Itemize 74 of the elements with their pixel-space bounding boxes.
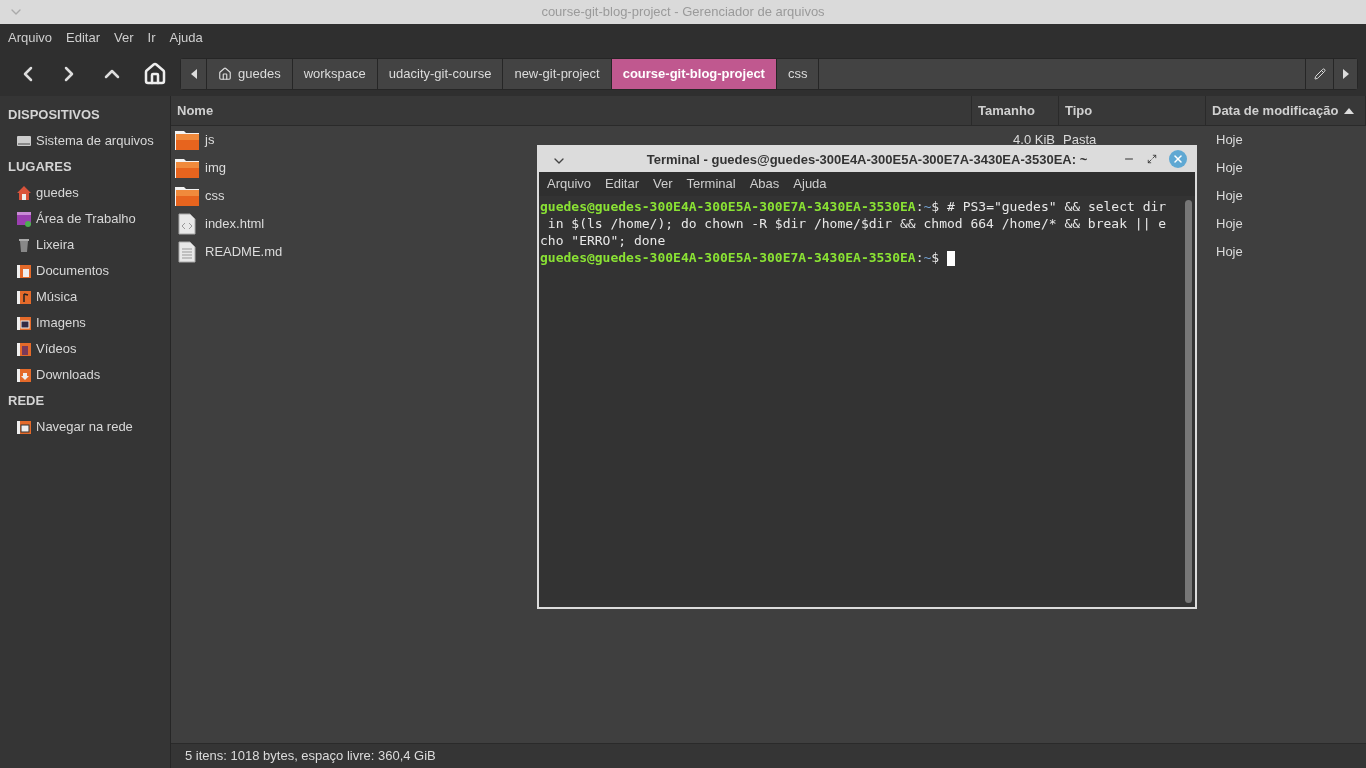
terminal-line: guedes@guedes-300E4A-300E5A-300E7A-3430EA-3530EA:~$ [539,249,955,266]
text-file-icon [178,241,196,263]
house-icon [218,67,232,81]
terminal-line: guedes@guedes-300E4A-300E5A-300E7A-3430EA-3530EA:~$ # PS3="guedes" && select dir [539,198,1167,215]
file-name[interactable]: js [205,130,215,150]
menu-item[interactable]: Ajuda [169,28,203,48]
file-date: Hoje [1216,244,1243,260]
sidebar-item[interactable]: Música [0,284,170,310]
terminal-line: in $(ls /home/); do chown -R $dir /home/$dir && chmod 664 /home/* && break || e [546,215,1167,232]
menu-item[interactable]: Editar [66,28,101,48]
music-folder-icon [16,289,32,305]
triangle-left-icon [190,69,197,79]
scrollbar[interactable] [1185,200,1192,603]
file-type: Pasta [1063,132,1097,148]
menu-item[interactable]: Ajuda [793,174,827,194]
terminal-line: cho "ERRO"; done [539,232,666,249]
menu-item[interactable]: Ir [147,28,156,48]
drive-icon [16,133,32,149]
network-folder-icon [16,419,32,435]
file-name[interactable]: README.md [205,242,283,262]
scroll-right-button[interactable] [1333,59,1357,89]
house-icon [16,185,32,201]
scroll-left-button[interactable] [181,59,207,89]
folder-icon [175,186,199,206]
menu-item[interactable]: Terminal [686,174,736,194]
path-button[interactable]: course-git-blog-project [611,59,777,89]
sidebar-item[interactable]: Imagens [0,310,170,336]
sidebar-item[interactable]: Vídeos [0,336,170,362]
folder-icon [175,130,199,150]
menu-item[interactable]: Ver [114,28,134,48]
triangle-right-icon [1342,69,1349,79]
folder-icon [175,158,199,178]
file-name[interactable]: img [205,158,226,178]
pencil-icon [1313,68,1326,80]
status-text: 5 itens: 1018 bytes, espaço livre: 360,4 GiB [185,747,436,766]
sidebar-heading: REDE [7,392,46,411]
sidebar-item[interactable]: Lixeira [0,232,170,258]
sidebar-item[interactable]: Área de Trabalho [0,206,170,232]
menu-item[interactable]: Arquivo [8,28,53,48]
trash-icon [16,237,32,253]
sidebar-item[interactable]: Downloads [0,362,170,388]
column-header[interactable]: Nome [171,96,972,125]
column-header[interactable]: Tamanho [972,96,1059,125]
code-file-icon [178,213,196,235]
menu-item[interactable]: Ver [653,174,673,194]
menu-item[interactable]: Editar [605,174,640,194]
sidebar-item[interactable]: Navegar na rede [0,414,170,440]
house-icon [143,62,167,86]
downloads-folder-icon [16,367,32,383]
sidebar-item[interactable]: Documentos [0,258,170,284]
file-date: Hoje [1216,132,1243,148]
column-header[interactable]: Data de modificação [1206,96,1366,125]
file-date: Hoje [1216,216,1243,232]
pictures-folder-icon [16,315,32,331]
file-date: Hoje [1216,160,1243,176]
file-name[interactable]: index.html [205,214,265,234]
window-title: course-git-blog-project - Gerenciador de arquivos [541,3,825,22]
sidebar-item[interactable]: Sistema de arquivos [0,128,170,154]
sidebar-heading: DISPOSITIVOS [7,106,101,125]
column-header[interactable]: Tipo [1059,96,1206,125]
file-name[interactable]: css [205,186,225,206]
sidebar-item[interactable]: guedes [0,180,170,206]
terminal-title: Terminal - guedes@guedes-300E4A-300E5A-300E7A-3430EA-3530EA: ~ [646,150,1088,169]
menu-item[interactable]: Arquivo [547,174,592,194]
menu-item[interactable]: Abas [749,174,780,194]
close-button[interactable] [1169,150,1187,168]
file-date: Hoje [1216,188,1243,204]
desktop-icon [16,211,32,227]
documents-folder-icon [16,263,32,279]
videos-folder-icon [16,341,32,357]
file-size: 4.0 KiB [1013,132,1055,148]
close-icon [1172,153,1184,165]
maximize-icon[interactable] [1147,154,1157,164]
sidebar-heading: LUGARES [7,158,73,177]
